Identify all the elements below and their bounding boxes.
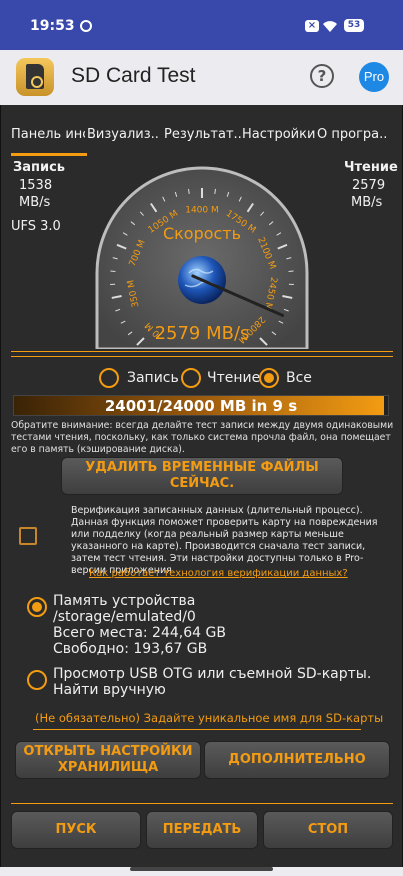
test-progress-bar: 24001/24000 MB in 9 s <box>13 395 389 416</box>
tab-about[interactable]: О програ.. <box>317 127 395 142</box>
custom-card-name-input[interactable]: (Не обязательно) Задайте уникальное имя … <box>35 711 383 725</box>
custom-name-underline <box>33 729 361 730</box>
radio-device-storage[interactable] <box>27 597 47 617</box>
write-label: Запись <box>13 160 66 175</box>
device-storage-path: /storage/emulated/0 <box>53 609 196 625</box>
battery-icon: 53 <box>344 19 364 32</box>
radio-read-label: Чтение <box>207 370 261 386</box>
divider <box>11 803 393 804</box>
delete-temp-files-button[interactable]: УДАЛИТЬ ВРЕМЕННЫЕ ФАЙЛЫ СЕЙЧАС. <box>61 457 343 495</box>
pro-button[interactable]: Pro <box>359 62 389 92</box>
more-button[interactable]: ДОПОЛНИТЕЛЬНО <box>204 741 390 779</box>
verify-info-link[interactable]: Как работает технология верификации данн… <box>89 568 348 579</box>
device-storage-total: Всего места: 244,64 GB <box>53 625 226 641</box>
verify-description: Верификация записанных данных (длительны… <box>71 505 378 576</box>
progress-text: 24001/24000 MB in 9 s <box>104 397 298 415</box>
radio-write-label: Запись <box>127 370 179 386</box>
read-label: Чтение <box>344 160 398 175</box>
stop-button[interactable]: СТОП <box>263 811 393 849</box>
storage-standard: UFS 3.0 <box>11 219 61 234</box>
mute-icon: × <box>305 20 319 32</box>
send-button[interactable]: ПЕРЕДАТЬ <box>146 811 258 849</box>
read-value: 2579 <box>352 178 386 193</box>
read-unit: MB/s <box>351 195 383 210</box>
usb-otg-label: Просмотр USB OTG или съемной SD-карты. Н… <box>53 666 372 698</box>
home-indicator[interactable] <box>130 867 273 871</box>
sd-card-app-icon <box>16 58 54 96</box>
tab-dashboard[interactable]: Панель инс <box>11 127 85 142</box>
active-tab-indicator <box>11 153 87 156</box>
wifi-icon <box>323 21 337 32</box>
tab-results[interactable]: Результат.. <box>164 127 244 142</box>
open-storage-settings-button[interactable]: ОТКРЫТЬ НАСТРОЙКИ ХРАНИЛИЩА <box>15 741 201 779</box>
radio-all[interactable] <box>259 368 279 388</box>
radio-all-label: Все <box>286 370 312 386</box>
divider <box>11 351 393 352</box>
radio-write[interactable] <box>99 368 119 388</box>
status-bar: 19:53 × 53 <box>0 0 403 50</box>
verify-checkbox[interactable] <box>19 527 37 545</box>
divider <box>11 356 393 357</box>
speed-gauge: 0 M350 M700 M1050 M 1400 M 1750 M2100 M245… <box>95 166 309 349</box>
start-button[interactable]: ПУСК <box>11 811 141 849</box>
tab-settings[interactable]: Настройки <box>242 127 316 142</box>
gauge-reading: 2579 MB/s <box>155 323 250 344</box>
notification-icon <box>80 20 92 32</box>
radio-read[interactable] <box>181 368 201 388</box>
device-storage-name: Память устройства <box>53 593 196 609</box>
app-title: SD Card Test <box>71 64 196 87</box>
device-storage-free: Свободно: 193,67 GB <box>53 641 208 657</box>
gauge-title: Скорость <box>163 224 241 243</box>
gauge-tick-label: 1400 M <box>185 206 219 216</box>
write-value: 1538 <box>19 178 53 193</box>
tab-visualization[interactable]: Визуализ.. <box>87 127 163 142</box>
app-bar: SD Card Test ? Pro <box>0 50 403 105</box>
radio-usb-otg[interactable] <box>27 670 47 690</box>
status-time: 19:53 <box>30 18 75 34</box>
device-storage-info: Память устройства /storage/emulated/0 Вс… <box>53 593 226 657</box>
write-unit: MB/s <box>19 195 51 210</box>
main-panel: Панель инс Визуализ.. Результат.. Настро… <box>0 105 403 867</box>
cache-note: Обратите внимание: всегда делайте тест з… <box>11 420 394 455</box>
help-button[interactable]: ? <box>310 64 334 88</box>
tab-bar: Панель инс Визуализ.. Результат.. Настро… <box>9 127 395 153</box>
